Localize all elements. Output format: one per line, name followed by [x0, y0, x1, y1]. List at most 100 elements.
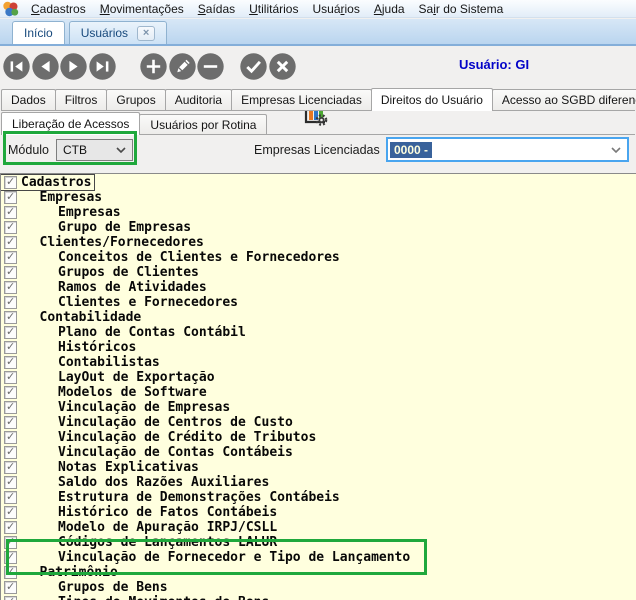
- tree-item-label[interactable]: Clientes e Fornecedores: [58, 295, 238, 310]
- tree-item-label[interactable]: Tipos de Movimentos de Bens: [58, 595, 269, 600]
- tab-grupos[interactable]: Grupos: [106, 89, 166, 110]
- tree-item-label[interactable]: Contabilistas: [58, 355, 160, 370]
- tree-item-label[interactable]: Cadastros: [21, 175, 91, 190]
- tree-item-label[interactable]: Empresas: [58, 205, 121, 220]
- tree-item-label[interactable]: Empresas: [40, 190, 103, 205]
- first-record-button[interactable]: [3, 53, 30, 80]
- tree-item-historicos[interactable]: Históricos: [1, 340, 139, 355]
- tab-acesso-ao-sgbd-diferenciado[interactable]: Acesso ao SGBD diferenciado: [491, 89, 636, 110]
- tree-item-label[interactable]: Códigos de Lançamentos LALUR: [58, 535, 277, 550]
- tree-item-label[interactable]: Conceitos de Clientes e Fornecedores: [58, 250, 340, 265]
- checkbox-checked[interactable]: [4, 475, 17, 489]
- tree-item-label[interactable]: Vinculação de Empresas: [58, 400, 230, 415]
- checkbox-checked[interactable]: [4, 355, 17, 369]
- checkbox-checked[interactable]: [4, 190, 17, 204]
- menu-item-movimentacoes[interactable]: Movimentações: [93, 2, 191, 16]
- menu-item-utilitarios[interactable]: Utilitários: [242, 2, 305, 16]
- tree-item-historico-de-fatos-contabeis[interactable]: Histórico de Fatos Contábeis: [1, 505, 280, 520]
- tree-item-vinculacao-de-contas-contabeis[interactable]: Vinculação de Contas Contábeis: [1, 445, 296, 460]
- tree-item-grupos-de-bens[interactable]: Grupos de Bens: [1, 580, 171, 595]
- checkbox-checked[interactable]: [4, 535, 17, 549]
- tree-item-notas-explicativas[interactable]: Notas Explicativas: [1, 460, 202, 475]
- menu-item-ajuda[interactable]: Ajuda: [367, 2, 412, 16]
- window-tab-usuarios[interactable]: Usuários ×: [68, 21, 168, 44]
- tab-dados[interactable]: Dados: [1, 89, 56, 110]
- checkbox-checked[interactable]: [4, 400, 17, 414]
- tree-item-tipos-de-movimentos-de-bens[interactable]: Tipos de Movimentos de Bens: [1, 595, 272, 600]
- tree-item-conceitos-de-clientes-e-fornecedores[interactable]: Conceitos de Clientes e Fornecedores: [1, 250, 343, 265]
- tree-item-vinculacao-de-centros-de-custo[interactable]: Vinculação de Centros de Custo: [1, 415, 296, 430]
- checkbox-checked[interactable]: [4, 505, 17, 519]
- tab-auditoria[interactable]: Auditoria: [164, 89, 233, 110]
- tree-item-grupo-de-empresas[interactable]: Grupo de Empresas: [1, 220, 194, 235]
- checkbox-checked[interactable]: [4, 520, 17, 534]
- tree-item-empresas[interactable]: Empresas: [1, 190, 105, 205]
- menu-item-cadastros[interactable]: Cadastros: [24, 2, 93, 16]
- checkbox-checked[interactable]: [4, 295, 17, 309]
- checkbox-checked[interactable]: [4, 550, 17, 564]
- tree-item-ramos-de-atividades[interactable]: Ramos de Atividades: [1, 280, 210, 295]
- checkbox-checked[interactable]: [4, 565, 17, 579]
- empresas-licenciadas-combobox[interactable]: 0000 -: [386, 137, 629, 162]
- tree-item-label[interactable]: Vinculação de Crédito de Tributos: [58, 430, 316, 445]
- checkbox-checked[interactable]: [4, 280, 17, 294]
- tree-item-label[interactable]: Grupo de Empresas: [58, 220, 191, 235]
- checkbox-checked[interactable]: [4, 310, 17, 324]
- checkbox-checked[interactable]: [4, 235, 17, 249]
- tree-item-contabilistas[interactable]: Contabilistas: [1, 355, 163, 370]
- tree-item-vinculacao-de-empresas[interactable]: Vinculação de Empresas: [1, 400, 233, 415]
- modulo-combobox[interactable]: CTB: [56, 139, 133, 161]
- tree-item-patrimonio[interactable]: Patrimônio: [1, 565, 121, 580]
- checkbox-checked[interactable]: [4, 415, 17, 429]
- checkbox-checked[interactable]: [4, 265, 17, 279]
- checkbox-checked[interactable]: [4, 250, 17, 264]
- tree-item-vinculacao-de-fornecedor-e-tipo-de-lancamento[interactable]: Vinculação de Fornecedor e Tipo de Lança…: [1, 550, 413, 565]
- tree-item-label[interactable]: Modelo de Apuração IRPJ/CSLL: [58, 520, 277, 535]
- tree-item-codigos-de-lancamentos-lalur[interactable]: Códigos de Lançamentos LALUR: [1, 535, 280, 550]
- menu-item-saidas[interactable]: Saídas: [191, 2, 242, 16]
- tree-item-clientes-fornecedores[interactable]: Clientes/Fornecedores: [1, 235, 207, 250]
- tree-item-label[interactable]: Históricos: [58, 340, 136, 355]
- edit-record-button[interactable]: [168, 53, 196, 80]
- subtab-usuarios-por-rotina[interactable]: Usuários por Rotina: [139, 114, 268, 134]
- checkbox-checked[interactable]: [4, 340, 17, 354]
- tree-item-modelos-de-software[interactable]: Modelos de Software: [1, 385, 210, 400]
- tree-item-label[interactable]: Contabilidade: [40, 310, 142, 325]
- tree-item-label[interactable]: Histórico de Fatos Contábeis: [58, 505, 277, 520]
- tab-close-icon[interactable]: ×: [137, 25, 156, 41]
- tree-item-layout-de-exportacao[interactable]: LayOut de Exportação: [1, 370, 218, 385]
- tree-item-label[interactable]: LayOut de Exportação: [58, 370, 215, 385]
- insert-record-button[interactable]: [140, 53, 167, 80]
- tab-filtros[interactable]: Filtros: [54, 89, 108, 110]
- next-record-button[interactable]: [60, 53, 87, 80]
- checkbox-checked[interactable]: [4, 580, 17, 594]
- tree-item-modelo-de-apuracao-irpj-csll[interactable]: Modelo de Apuração IRPJ/CSLL: [1, 520, 280, 535]
- tree-item-label[interactable]: Ramos de Atividades: [58, 280, 207, 295]
- tree-item-label[interactable]: Estrutura de Demonstrações Contábeis: [58, 490, 340, 505]
- tree-item-label[interactable]: Vinculação de Contas Contábeis: [58, 445, 293, 460]
- checkbox-checked[interactable]: [4, 370, 17, 384]
- cancel-record-button[interactable]: [268, 53, 296, 80]
- menu-item-usuarios[interactable]: Usuários: [305, 2, 366, 16]
- checkbox-checked[interactable]: [4, 430, 17, 444]
- checkbox-checked[interactable]: [4, 595, 17, 600]
- tree-item-label[interactable]: Modelos de Software: [58, 385, 207, 400]
- tree-item-label[interactable]: Clientes/Fornecedores: [40, 235, 204, 250]
- tree-item-empresas[interactable]: Empresas: [1, 205, 124, 220]
- tree-item-label[interactable]: Grupos de Clientes: [58, 265, 199, 280]
- checkbox-checked[interactable]: [4, 175, 17, 189]
- checkbox-checked[interactable]: [4, 205, 17, 219]
- tree-item-label[interactable]: Patrimônio: [40, 565, 118, 580]
- tree-item-grupos-de-clientes[interactable]: Grupos de Clientes: [1, 265, 202, 280]
- tree-item-estrutura-de-demonstracoes-contabeis[interactable]: Estrutura de Demonstrações Contábeis: [1, 490, 343, 505]
- tab-direitos-do-usuario[interactable]: Direitos do Usuário: [370, 88, 493, 111]
- tree-item-clientes-e-fornecedores[interactable]: Clientes e Fornecedores: [1, 295, 241, 310]
- tree-item-label[interactable]: Vinculação de Fornecedor e Tipo de Lança…: [58, 550, 410, 565]
- subtab-liberacao-de-acessos[interactable]: Liberação de Acessos: [1, 112, 141, 135]
- checkbox-checked[interactable]: [4, 490, 17, 504]
- tree-item-label[interactable]: Grupos de Bens: [58, 580, 168, 595]
- checkbox-checked[interactable]: [4, 385, 17, 399]
- checkbox-checked[interactable]: [4, 325, 17, 339]
- menu-item-sair-do-sistema[interactable]: Sair do Sistema: [412, 2, 511, 16]
- checkbox-checked[interactable]: [4, 460, 17, 474]
